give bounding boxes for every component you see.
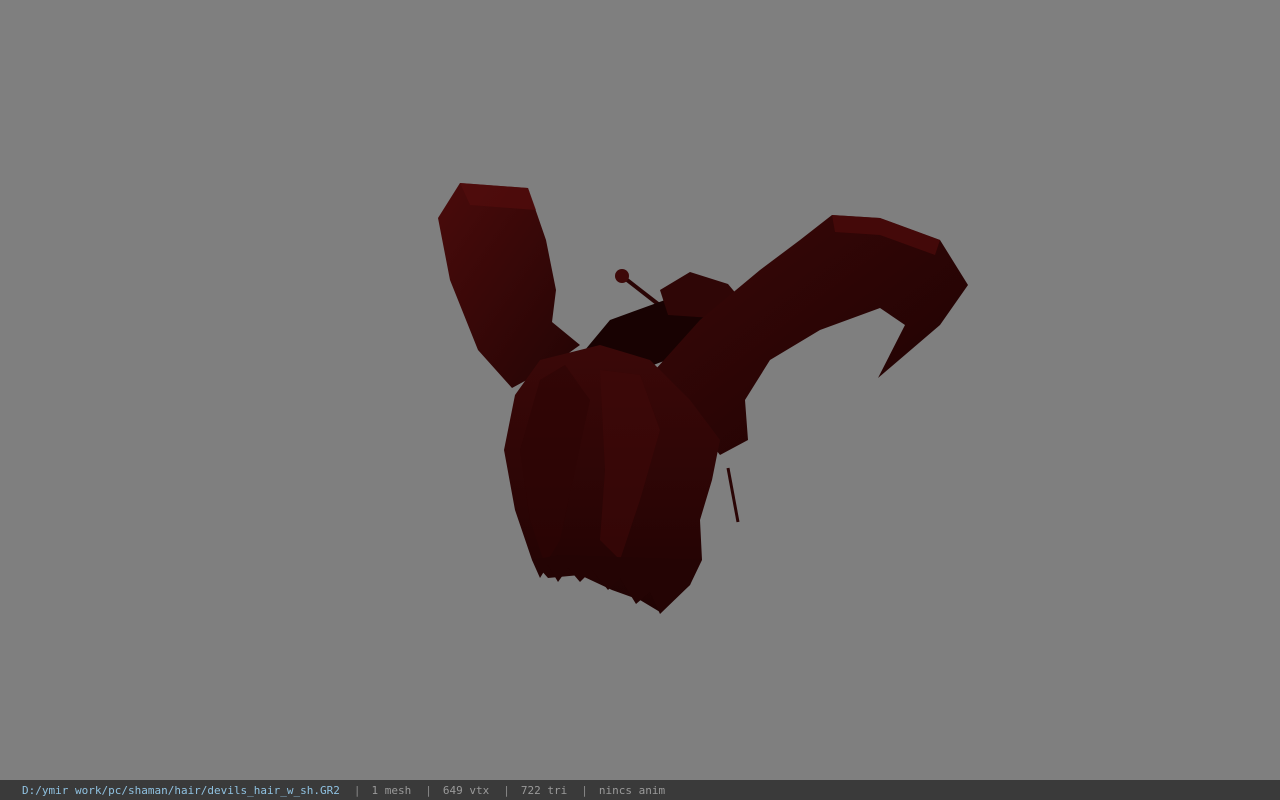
3d-viewport[interactable]: [0, 0, 1280, 780]
animation-status: nincs anim: [598, 783, 666, 797]
triangle-count: 722 tri: [520, 783, 568, 797]
file-path: D:/ymir work/pc/shaman/hair/devils_hair_…: [22, 783, 340, 797]
mesh-count: 1 mesh: [371, 783, 412, 797]
status-separator: |: [581, 783, 588, 797]
status-bar: D:/ymir work/pc/shaman/hair/devils_hair_…: [0, 780, 1280, 800]
horned-hair-model-icon: [438, 183, 968, 614]
vertex-count: 649 vtx: [442, 783, 490, 797]
status-separator: |: [503, 783, 510, 797]
status-separator: |: [353, 783, 361, 797]
status-separator: |: [425, 783, 432, 797]
